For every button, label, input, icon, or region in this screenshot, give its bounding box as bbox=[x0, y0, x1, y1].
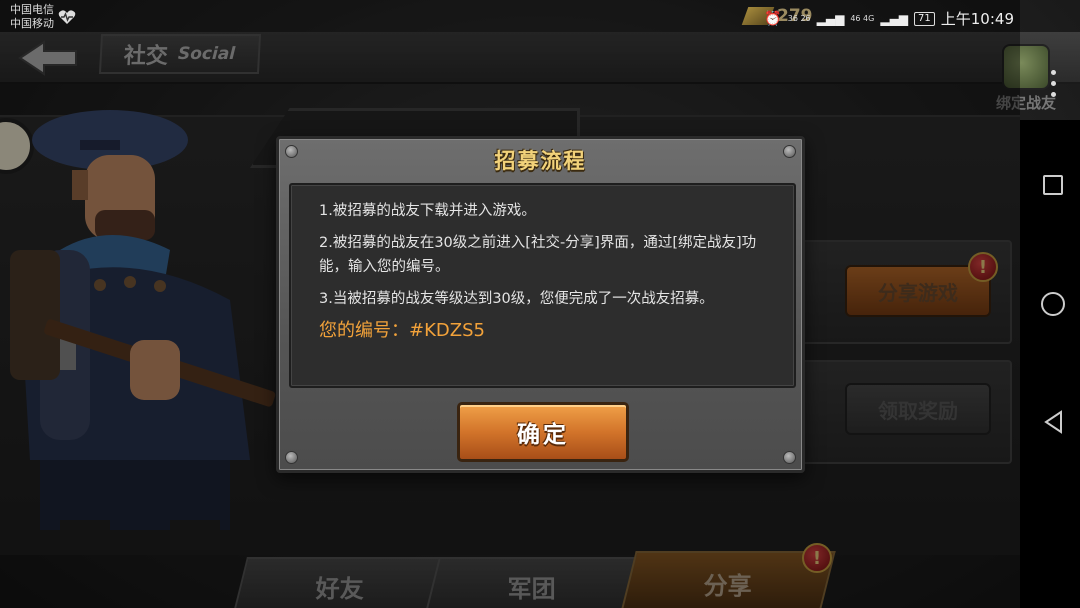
rivet-icon bbox=[285, 451, 298, 464]
signal-bars-icon: ▂▄▆ bbox=[880, 11, 909, 26]
your-code-text: 您的编号：#KDZS5 bbox=[319, 320, 485, 341]
nav-back-icon[interactable] bbox=[1043, 410, 1065, 434]
recruit-process-dialog: 招募流程 1.被招募的战友下载并进入游戏。 2.被招募的战友在30级之前进入[社… bbox=[276, 136, 805, 473]
rivet-icon bbox=[783, 451, 796, 464]
more-menu-icon[interactable] bbox=[1048, 70, 1058, 104]
carrier-2: 中国移动 bbox=[10, 17, 54, 30]
dialog-title: 招募流程 bbox=[494, 149, 587, 173]
home-icon[interactable] bbox=[1041, 292, 1065, 316]
game-screen: 分享游戏 ! 领取奖励 好友 军团 分享 ! 社交 Social 绑定战友 招募… bbox=[0, 0, 1080, 608]
status-time: 上午10:49 bbox=[940, 10, 1014, 28]
status-right-group: ⏰ 36 26 ▂▄▆ 46 4G ▂▄▆ 71 上午10:49 bbox=[764, 8, 1014, 29]
step-3-text: 3.当被招募的战友等级达到30级，您便完成了一次战友招募。 bbox=[319, 291, 714, 307]
signal-2: 46 4G bbox=[850, 13, 875, 23]
recent-apps-icon[interactable] bbox=[1043, 175, 1063, 195]
confirm-button[interactable]: 确定 bbox=[457, 402, 629, 462]
signal-bars-icon: ▂▄▆ bbox=[816, 11, 845, 26]
status-bar: 中国电信 中国移动 ⏰ 36 26 ▂▄▆ 46 4G ▂▄▆ 71 上午10:… bbox=[0, 0, 1080, 36]
battery-icon: 71 bbox=[914, 11, 935, 26]
carrier-names: 中国电信 中国移动 bbox=[10, 3, 54, 31]
signal-1: 36 26 bbox=[787, 13, 811, 23]
dialog-body: 1.被招募的战友下载并进入游戏。 2.被招募的战友在30级之前进入[社交-分享]… bbox=[289, 183, 796, 388]
health-heart-icon bbox=[58, 10, 76, 24]
step-2-text: 2.被招募的战友在30级之前进入[社交-分享]界面，通过[绑定战友]功能，输入您… bbox=[319, 235, 757, 275]
alarm-clock-icon: ⏰ bbox=[764, 10, 782, 27]
carrier-1: 中国电信 bbox=[10, 3, 54, 16]
step-1-text: 1.被招募的战友下载并进入游戏。 bbox=[319, 203, 536, 219]
